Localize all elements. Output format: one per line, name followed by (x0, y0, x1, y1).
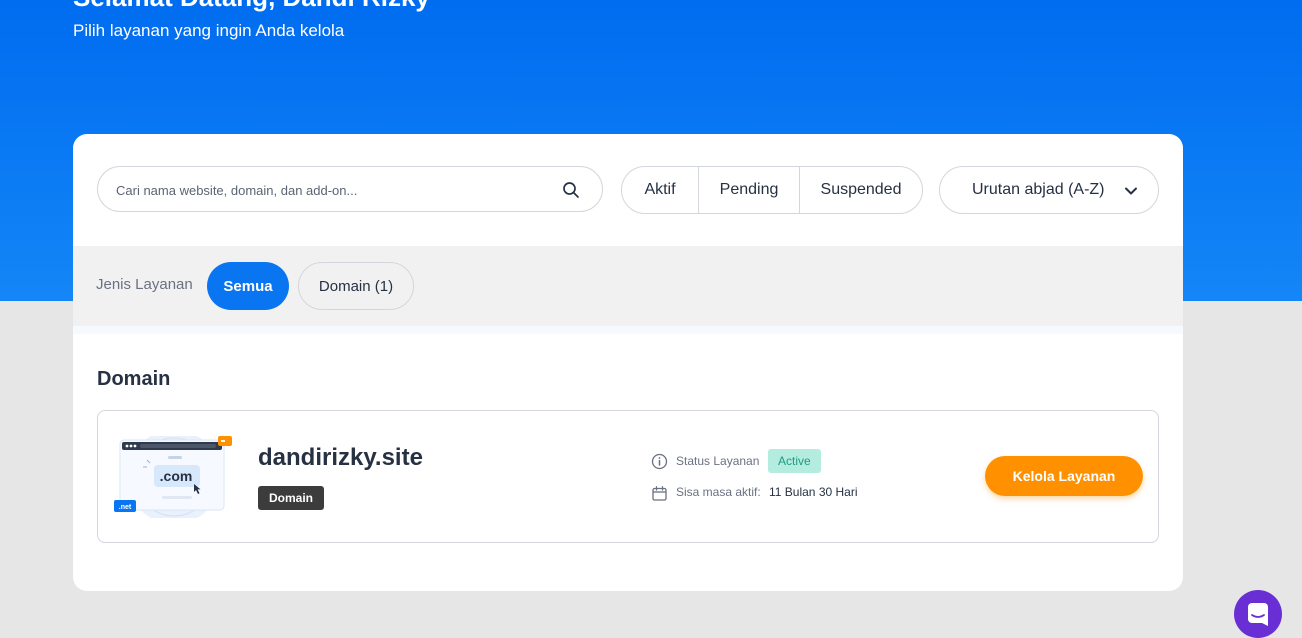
remaining-period-value: 11 Bulan 30 Hari (769, 485, 858, 499)
service-type-filter-bar: Jenis Layanan Semua Domain (1) (73, 246, 1183, 334)
welcome-subtitle: Pilih layanan yang ingin Anda kelola (73, 21, 345, 40)
status-filter-pending[interactable]: Pending (699, 167, 800, 213)
filter-pill-domain[interactable]: Domain (1) (298, 262, 414, 310)
remaining-period-label: Sisa masa aktif: (676, 485, 761, 499)
service-status-label: Status Layanan (676, 454, 760, 468)
status-filter-group: Aktif Pending Suspended (621, 166, 923, 214)
service-type-badge: Domain (258, 486, 325, 510)
info-icon (651, 453, 668, 470)
tld-corner-label: .net (119, 504, 132, 511)
calendar-icon (652, 486, 667, 501)
status-badge: Active (768, 449, 821, 473)
domain-name: dandirizky.site (258, 444, 423, 471)
welcome-title: Selamat Datang, Dandi Rizky (73, 0, 430, 13)
status-filter-aktif[interactable]: Aktif (622, 167, 699, 213)
sort-selected-value: Urutan abjad (A-Z) (972, 181, 1105, 198)
tld-main-label: .com (160, 468, 193, 484)
manage-service-button[interactable]: Kelola Layanan (985, 456, 1143, 496)
services-card: Aktif Pending Suspended Urutan abjad (A-… (73, 134, 1183, 591)
status-filter-suspended[interactable]: Suspended (800, 167, 922, 213)
search-icon[interactable] (562, 181, 580, 199)
section-title: Domain (97, 368, 171, 390)
domain-thumbnail: .com .net (114, 436, 232, 518)
chevron-down-icon (1125, 187, 1137, 195)
service-type-label: Jenis Layanan (96, 276, 193, 293)
chat-icon (1248, 603, 1268, 626)
chat-launcher-button[interactable] (1234, 590, 1282, 638)
filter-pill-semua[interactable]: Semua (207, 262, 289, 310)
search-box[interactable] (97, 166, 603, 213)
service-row: .com .net dandirizky.site Domain Status … (97, 410, 1159, 543)
sort-dropdown[interactable]: Urutan abjad (A-Z) (939, 166, 1159, 214)
search-input[interactable] (114, 167, 548, 213)
